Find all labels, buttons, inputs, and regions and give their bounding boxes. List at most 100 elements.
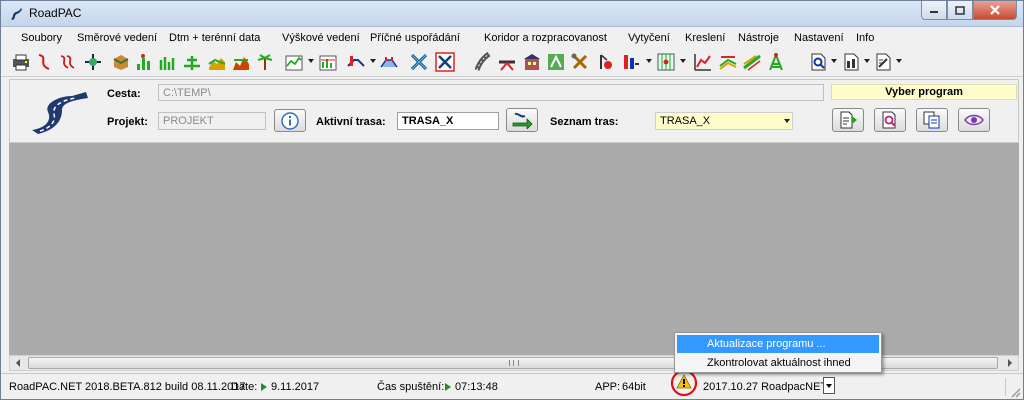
- minimize-button[interactable]: [921, 1, 947, 20]
- view-button[interactable]: [958, 108, 990, 132]
- status-version: RoadPAC.NET 2018.BETA.812 build 08.11.20…: [9, 381, 246, 393]
- stakeout-grid-dropdown-arrow[interactable]: [680, 59, 686, 63]
- copy-button[interactable]: [916, 108, 948, 132]
- profile-chart-icon[interactable]: [284, 52, 304, 72]
- menu-smerove-vedeni[interactable]: Směrové vedení: [77, 32, 157, 44]
- corridor-road-icon[interactable]: [473, 52, 493, 72]
- terrain-points-icon[interactable]: [134, 52, 154, 72]
- info-icon: [281, 111, 299, 130]
- update-warning[interactable]: [669, 369, 699, 397]
- menu-info[interactable]: Info: [856, 32, 874, 44]
- document-search-icon[interactable]: [809, 52, 829, 72]
- app-window: RoadPAC Soubory Směrové vedení Dtm + ter…: [0, 0, 1024, 400]
- title-bar[interactable]: RoadPAC: [1, 1, 1023, 27]
- menu-vytyceni[interactable]: Vytyčení: [628, 32, 670, 44]
- document-preview-icon: [882, 111, 896, 129]
- document-search-dropdown-arrow[interactable]: [831, 59, 837, 63]
- aktivni-trasa-label: Aktivní trasa:: [316, 116, 386, 128]
- scroll-left-button[interactable]: [10, 356, 26, 370]
- menu-vyskove-vedeni[interactable]: Výškové vedení: [282, 32, 360, 44]
- menu-bar: Soubory Směrové vedení Dtm + terénní dat…: [1, 29, 1023, 49]
- seznam-tras-select[interactable]: TRASA_X: [655, 112, 793, 130]
- terrain-surface-icon[interactable]: [207, 52, 227, 72]
- status-date: 9.11.2017: [261, 381, 319, 393]
- drawing-pylon-icon[interactable]: [766, 52, 786, 72]
- terrain-map-icon[interactable]: [231, 52, 251, 72]
- preview-button[interactable]: [874, 108, 906, 132]
- cesta-label: Cesta:: [107, 88, 141, 100]
- corridor-building-icon[interactable]: [522, 52, 542, 72]
- double-curve-icon[interactable]: [58, 52, 78, 72]
- crosshair-point-icon[interactable]: [83, 52, 103, 72]
- menu-aktualizace-programu[interactable]: Aktualizace programu ...: [677, 335, 879, 353]
- document-edit-dropdown-arrow[interactable]: [896, 59, 902, 63]
- work-area[interactable]: [9, 143, 1019, 355]
- profile-dropdown-arrow[interactable]: [308, 59, 314, 63]
- profile-bars-icon[interactable]: [318, 52, 338, 72]
- chevron-right-icon: [1008, 359, 1012, 367]
- resize-grip-icon[interactable]: [1009, 386, 1021, 398]
- status-date-value: 9.11.2017: [271, 381, 320, 393]
- terrain-bars-icon[interactable]: [158, 52, 178, 72]
- corridor-bridge-icon[interactable]: [497, 52, 517, 72]
- menu-soubory[interactable]: Soubory: [21, 32, 62, 44]
- menu-pricne-usporadani[interactable]: Příčné uspořádání: [370, 32, 460, 44]
- window-title: RoadPAC: [29, 6, 82, 20]
- copy-documents-icon: [923, 111, 940, 129]
- menu-koridor[interactable]: Koridor a rozpracovanost: [484, 32, 607, 44]
- terrain-cube-icon[interactable]: [111, 52, 131, 72]
- status-bar: RoadPAC.NET 2018.BETA.812 build 08.11.20…: [1, 373, 1023, 399]
- maximize-button[interactable]: [947, 1, 973, 20]
- menu-nastaveni[interactable]: Nastavení: [794, 32, 844, 44]
- cross-section-icon[interactable]: [346, 52, 366, 72]
- menu-kresleni[interactable]: Kreslení: [685, 32, 725, 44]
- menu-zkontrolovat-aktualnost[interactable]: Zkontrolovat aktuálnost ihned: [677, 354, 879, 372]
- document-settings-dropdown-arrow[interactable]: [864, 59, 870, 63]
- cesta-field[interactable]: C:\TEMP\: [158, 84, 824, 101]
- warning-icon: [670, 369, 698, 397]
- junction-icon[interactable]: [409, 52, 429, 72]
- maximize-icon: [955, 5, 965, 15]
- scroll-grip-icon: [509, 360, 519, 366]
- menu-dtm-terenni-data[interactable]: Dtm + terénní data: [169, 32, 260, 44]
- close-button[interactable]: [973, 1, 1017, 20]
- cross-section-dropdown-arrow[interactable]: [370, 59, 376, 63]
- update-popup-menu: Aktualizace programu ... Zkontrolovat ak…: [674, 332, 882, 373]
- status-app-label: APP:: [595, 381, 621, 393]
- terrain-grid-icon[interactable]: [182, 52, 202, 72]
- minimize-icon: [930, 11, 938, 13]
- scroll-right-button[interactable]: [1002, 356, 1018, 370]
- chevron-down-icon: [784, 119, 790, 123]
- status-start-label: Čas spuštění:: [377, 381, 445, 393]
- printer-icon[interactable]: [11, 52, 31, 72]
- stakeout-profile-icon[interactable]: [621, 52, 641, 72]
- tools-crossed-icon[interactable]: [570, 52, 590, 72]
- document-settings-icon[interactable]: [842, 52, 862, 72]
- projekt-label: Projekt:: [107, 116, 148, 128]
- project-panel: Cesta: C:\TEMP\ Vyber program Projekt: P…: [9, 79, 1019, 143]
- menu-nastroje[interactable]: Nástroje: [738, 32, 779, 44]
- drawing-layers-icon[interactable]: [718, 52, 738, 72]
- drawing-plan-icon[interactable]: [742, 52, 762, 72]
- projekt-field[interactable]: PROJEKT: [158, 112, 266, 130]
- toolbar: [1, 49, 1023, 77]
- apply-route-button[interactable]: [506, 108, 538, 132]
- document-edit-icon[interactable]: [874, 52, 894, 72]
- eye-icon: [964, 114, 984, 126]
- export-button[interactable]: [832, 108, 864, 132]
- road-profile-icon[interactable]: [379, 52, 399, 72]
- junction-framed-icon[interactable]: [435, 52, 455, 72]
- vyber-program-label: Vyber program: [831, 84, 1017, 100]
- corridor-status-icon[interactable]: [546, 52, 566, 72]
- update-dropdown-button[interactable]: [823, 377, 835, 394]
- stakeout-grid-icon[interactable]: [656, 52, 676, 72]
- drawing-chart-icon[interactable]: [693, 52, 713, 72]
- stakeout-dropdown-arrow[interactable]: [646, 59, 652, 63]
- status-date-label: Date:: [231, 381, 258, 393]
- alignment-curve-icon[interactable]: [35, 52, 55, 72]
- document-export-icon: [840, 111, 857, 129]
- terrain-palm-icon[interactable]: [255, 52, 275, 72]
- aktivni-trasa-field[interactable]: TRASA_X: [397, 112, 499, 130]
- project-info-button[interactable]: [274, 109, 306, 132]
- stakeout-point-icon[interactable]: [595, 52, 615, 72]
